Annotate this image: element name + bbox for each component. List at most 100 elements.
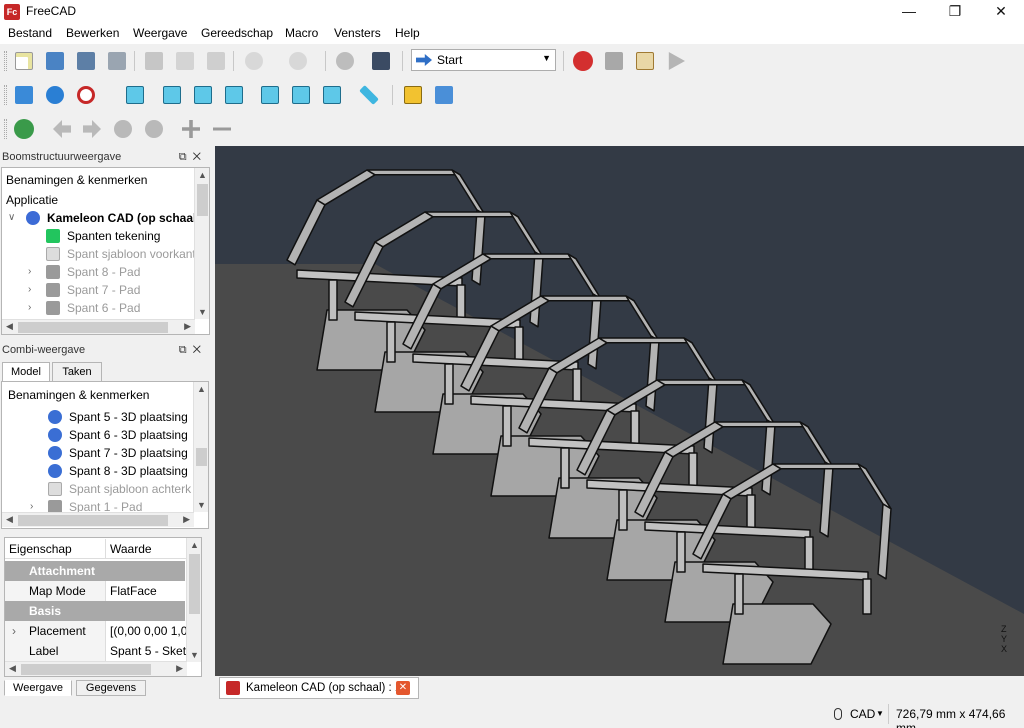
tab-taken[interactable]: Taken [52,362,102,382]
scroll-left-icon[interactable]: ◀ [9,663,16,674]
tree-vertical-scrollbar[interactable]: ▲ ▼ [194,168,209,319]
workbench-selector[interactable]: Start ▼ [411,49,556,71]
tree-item-document[interactable]: ∨ Kameleon CAD (op schaal) [2,209,200,227]
web-button[interactable] [12,118,36,140]
whats-this-button[interactable] [369,50,393,72]
save-as-button[interactable] [105,50,129,72]
menu-bewerken[interactable]: Bewerken [66,26,119,40]
chevron-down-icon[interactable]: ▼ [876,709,884,718]
tree-item-sjabloon-voorkant[interactable]: Spant sjabloon voorkant [2,245,197,263]
back-button[interactable] [50,118,74,140]
model-tree-widget[interactable]: Benamingen & kenmerken Spant 5 - 3D plaa… [1,381,209,529]
tree-item-spant-1[interactable]: › Spant 1 - Pad [2,498,192,512]
maximize-button[interactable]: ❐ [932,0,978,24]
save-button[interactable] [74,50,98,72]
tree-item-spant-5-plaatsing[interactable]: Spant 5 - 3D plaatsing [2,408,192,426]
new-document-button[interactable] [12,50,36,72]
tab-model[interactable]: Model [2,362,50,382]
scrollbar-thumb[interactable] [21,664,151,675]
close-tab-icon[interactable]: ✕ [396,681,410,695]
scroll-right-icon[interactable]: ▶ [176,663,183,674]
expand-icon[interactable]: › [28,263,38,281]
tree-item-spant-7-plaatsing[interactable]: Spant 7 - 3D plaatsing [2,444,192,462]
property-row-placement[interactable]: › Placement [(0,00 0,00 1,00 [5,621,187,641]
expand-icon[interactable]: › [30,498,40,512]
property-horizontal-scrollbar[interactable]: ◀ ▶ [5,661,187,676]
menu-help[interactable]: Help [395,26,420,40]
expand-icon[interactable]: › [28,299,38,317]
scroll-up-icon[interactable]: ▲ [197,384,206,394]
view-isometric-button[interactable] [123,84,147,106]
expand-icon[interactable]: › [28,281,38,299]
scroll-down-icon[interactable]: ▼ [190,650,199,660]
menu-macro[interactable]: Macro [285,26,318,40]
create-group-button[interactable] [432,84,456,106]
scroll-right-icon[interactable]: ▶ [184,321,191,332]
model-horizontal-scrollbar[interactable]: ◀ ▶ [2,512,194,527]
tree-horizontal-scrollbar[interactable]: ◀ ▶ [2,319,195,334]
property-group-basis[interactable]: Basis [5,601,185,621]
stop-button[interactable] [142,118,166,140]
property-value[interactable]: [(0,00 0,00 1,00 [105,621,187,641]
scroll-down-icon[interactable]: ▼ [197,500,206,510]
tree-item-spant-8[interactable]: › Spant 8 - Pad [2,263,197,281]
scrollbar-thumb[interactable] [18,322,168,333]
redo-button[interactable] [286,50,310,72]
close-button[interactable]: ✕ [978,0,1024,24]
view-top-button[interactable] [191,84,215,106]
paste-button[interactable] [204,50,228,72]
menu-bestand[interactable]: Bestand [8,26,52,40]
fit-all-button[interactable] [12,84,36,106]
scrollbar-thumb[interactable] [196,448,207,466]
draw-style-button[interactable] [74,84,98,106]
expand-icon[interactable]: › [12,621,16,641]
menu-weergave[interactable]: Weergave [133,26,187,40]
fit-selection-button[interactable] [43,84,67,106]
measure-button[interactable] [357,84,381,106]
refresh-button[interactable] [333,50,357,72]
tree-item-spanten-tekening[interactable]: Spanten tekening [2,227,197,245]
open-button[interactable] [43,50,67,72]
scroll-up-icon[interactable]: ▲ [198,170,207,180]
view-left-button[interactable] [320,84,344,106]
property-value[interactable]: Spant 5 - Sketc [105,641,187,661]
expand-icon[interactable]: ∨ [8,209,18,227]
scroll-down-icon[interactable]: ▼ [198,307,207,317]
undo-button[interactable] [242,50,266,72]
tab-gegevens[interactable]: Gegevens [76,680,146,696]
navigation-mode[interactable]: CAD [850,707,875,721]
menu-gereedschap[interactable]: Gereedschap [201,26,273,40]
property-vertical-scrollbar[interactable]: ▲ ▼ [186,538,201,662]
property-row-label[interactable]: Label Spant 5 - Sketc [5,641,187,661]
menu-vensters[interactable]: Vensters [334,26,381,40]
scrollbar-thumb[interactable] [18,515,168,526]
tree-item-spant-6-plaatsing[interactable]: Spant 6 - 3D plaatsing [2,426,192,444]
forward-button[interactable] [80,118,104,140]
property-row-map-mode[interactable]: Map Mode FlatFace [5,581,187,601]
view-bottom-button[interactable] [289,84,313,106]
property-editor[interactable]: Eigenschap Waarde Attachment Map Mode Fl… [4,537,202,677]
view-rear-button[interactable] [258,84,282,106]
tree-item-spant-8-plaatsing[interactable]: Spant 8 - 3D plaatsing [2,462,192,480]
toolbar-grip[interactable] [4,85,7,105]
3d-viewport[interactable]: Z Y X [215,146,1024,676]
document-tab[interactable]: Kameleon CAD (op schaal) : 1 ✕ [219,677,419,699]
model-vertical-scrollbar[interactable]: ▲ ▼ [193,382,208,512]
scrollbar-thumb[interactable] [189,554,200,614]
view-right-button[interactable] [222,84,246,106]
view-front-button[interactable] [160,84,184,106]
macros-button[interactable] [633,50,657,72]
tree-item-sjabloon-achterkant[interactable]: Spant sjabloon achterk [2,480,192,498]
zoom-in-button[interactable] [179,118,203,140]
panel-float-close-icons[interactable]: ⧉✕ [179,341,207,359]
property-group-attachment[interactable]: Attachment [5,561,185,581]
scroll-left-icon[interactable]: ◀ [6,321,13,332]
scroll-up-icon[interactable]: ▲ [190,540,199,550]
property-value[interactable]: FlatFace [105,581,187,601]
execute-macro-button[interactable] [664,50,688,72]
record-macro-button[interactable] [571,50,595,72]
toolbar-grip[interactable] [4,119,7,139]
panel-float-close-icons[interactable]: ⧉✕ [179,148,207,166]
toolbar-grip[interactable] [4,51,7,71]
tree-item-spant-6[interactable]: › Spant 6 - Pad [2,299,197,317]
